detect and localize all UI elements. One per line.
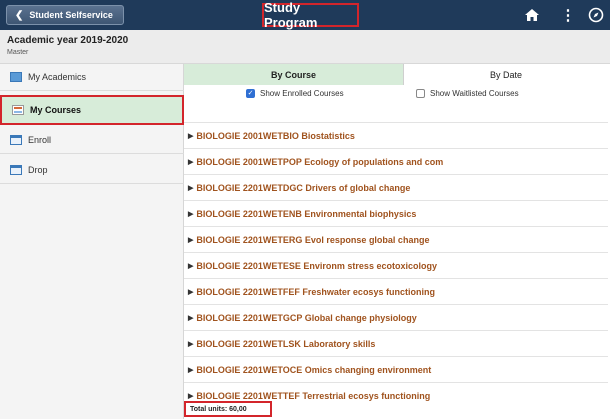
course-name[interactable]: BIOLOGIE 2201WETDGC Drivers of global ch…: [196, 183, 410, 193]
sidebar-item-label: Enroll: [28, 135, 52, 145]
checkbox-checked-icon[interactable]: ✓: [246, 89, 255, 98]
compass-icon[interactable]: [588, 5, 604, 25]
course-name[interactable]: BIOLOGIE 2201WETENB Environmental biophy…: [196, 209, 416, 219]
chevron-left-icon: ❮: [15, 9, 24, 21]
course-name[interactable]: BIOLOGIE 2201WETFEF Freshwater ecosys fu…: [196, 287, 435, 297]
course-row[interactable]: ▶ BIOLOGIE 2201WETENB Environmental bioph…: [184, 200, 608, 226]
page-title: Study Program: [262, 0, 359, 30]
academics-icon: [10, 72, 22, 82]
expand-triangle-icon: ▶: [188, 366, 194, 374]
course-row[interactable]: ▶ BIOLOGIE 2201WETFEF Freshwater ecosys f…: [184, 278, 608, 304]
expand-triangle-icon: ▶: [188, 288, 194, 296]
sidebar-item-label: My Academics: [28, 72, 87, 82]
course-list: ▶ BIOLOGIE 2001WETBIO Biostatistics ▶ BIOL…: [184, 122, 608, 408]
expand-triangle-icon: ▶: [188, 314, 194, 322]
expand-triangle-icon: ▶: [188, 340, 194, 348]
academic-level: Master: [7, 49, 29, 56]
tab-by-course[interactable]: By Course: [184, 64, 404, 85]
course-name[interactable]: BIOLOGIE 2001WETBIO Biostatistics: [196, 131, 355, 141]
show-waitlisted-filter[interactable]: Show Waitlisted Courses: [416, 89, 519, 98]
course-row[interactable]: ▶ BIOLOGIE 2001WETPOP Ecology of populati…: [184, 148, 608, 174]
enroll-icon: [10, 135, 22, 145]
expand-triangle-icon: ▶: [188, 210, 194, 218]
course-name[interactable]: BIOLOGIE 2201WETGCP Global change physio…: [196, 313, 416, 323]
course-row[interactable]: ▶ BIOLOGIE 2201WETGCP Global change physi…: [184, 304, 608, 330]
view-tabs: By Course By Date: [184, 64, 608, 85]
course-name[interactable]: BIOLOGIE 2201WETERG Evol response global…: [196, 235, 429, 245]
course-row[interactable]: ▶ BIOLOGIE 2201WETESE Environm stress eco…: [184, 252, 608, 278]
course-name[interactable]: BIOLOGIE 2201WETESE Environm stress ecot…: [196, 261, 437, 271]
sidebar-item-label: My Courses: [30, 105, 82, 115]
checkbox-unchecked-icon[interactable]: [416, 89, 425, 98]
tab-by-date[interactable]: By Date: [404, 64, 608, 85]
course-name[interactable]: BIOLOGIE 2201WETOCE Omics changing envir…: [196, 365, 431, 375]
expand-triangle-icon: ▶: [188, 236, 194, 244]
course-row[interactable]: ▶ BIOLOGIE 2201WETDGC Drivers of global c…: [184, 174, 608, 200]
back-button-label: Student Selfservice: [29, 10, 113, 20]
filter-label: Show Enrolled Courses: [260, 89, 344, 98]
main-content: By Course By Date ✓ Show Enrolled Course…: [184, 64, 610, 419]
expand-triangle-icon: ▶: [188, 392, 194, 400]
course-row[interactable]: ▶ BIOLOGIE 2001WETBIO Biostatistics: [184, 122, 608, 148]
course-name[interactable]: BIOLOGIE 2001WETPOP Ecology of populatio…: [196, 157, 443, 167]
sidebar-item-drop[interactable]: Drop: [0, 157, 184, 184]
expand-triangle-icon: ▶: [188, 132, 194, 140]
sidebar-item-my-academics[interactable]: My Academics: [0, 64, 184, 91]
expand-triangle-icon: ▶: [188, 184, 194, 192]
course-row[interactable]: ▶ BIOLOGIE 2201WETERG Evol response globa…: [184, 226, 608, 252]
course-name[interactable]: BIOLOGIE 2201WETLSK Laboratory skills: [196, 339, 375, 349]
course-row[interactable]: ▶ BIOLOGIE 2201WETLSK Laboratory skills: [184, 330, 608, 356]
course-filters: ✓ Show Enrolled Courses Show Waitlisted …: [184, 85, 608, 105]
expand-triangle-icon: ▶: [188, 262, 194, 270]
academic-year-header: Academic year 2019-2020 Master: [0, 30, 610, 64]
filter-label: Show Waitlisted Courses: [430, 89, 519, 98]
sidebar: My Academics My Courses Enroll Drop: [0, 64, 184, 419]
home-icon[interactable]: [522, 5, 542, 25]
sidebar-item-my-courses[interactable]: My Courses: [0, 95, 184, 125]
course-name[interactable]: BIOLOGIE 2201WETTEF Terrestrial ecosys f…: [196, 391, 430, 401]
sidebar-item-enroll[interactable]: Enroll: [0, 127, 184, 154]
course-row[interactable]: ▶ BIOLOGIE 2201WETOCE Omics changing envi…: [184, 356, 608, 382]
back-button[interactable]: ❮ Student Selfservice: [6, 5, 124, 25]
academic-year-title: Academic year 2019-2020: [7, 35, 129, 46]
top-navigation-bar: ❮ Student Selfservice Study Program ⋮: [0, 0, 610, 30]
courses-icon: [12, 105, 24, 115]
show-enrolled-filter[interactable]: ✓ Show Enrolled Courses: [246, 89, 344, 98]
total-units: Total units: 60,00: [184, 401, 272, 417]
expand-triangle-icon: ▶: [188, 158, 194, 166]
drop-icon: [10, 165, 22, 175]
sidebar-item-label: Drop: [28, 165, 48, 175]
kebab-menu-icon[interactable]: ⋮: [561, 5, 576, 25]
